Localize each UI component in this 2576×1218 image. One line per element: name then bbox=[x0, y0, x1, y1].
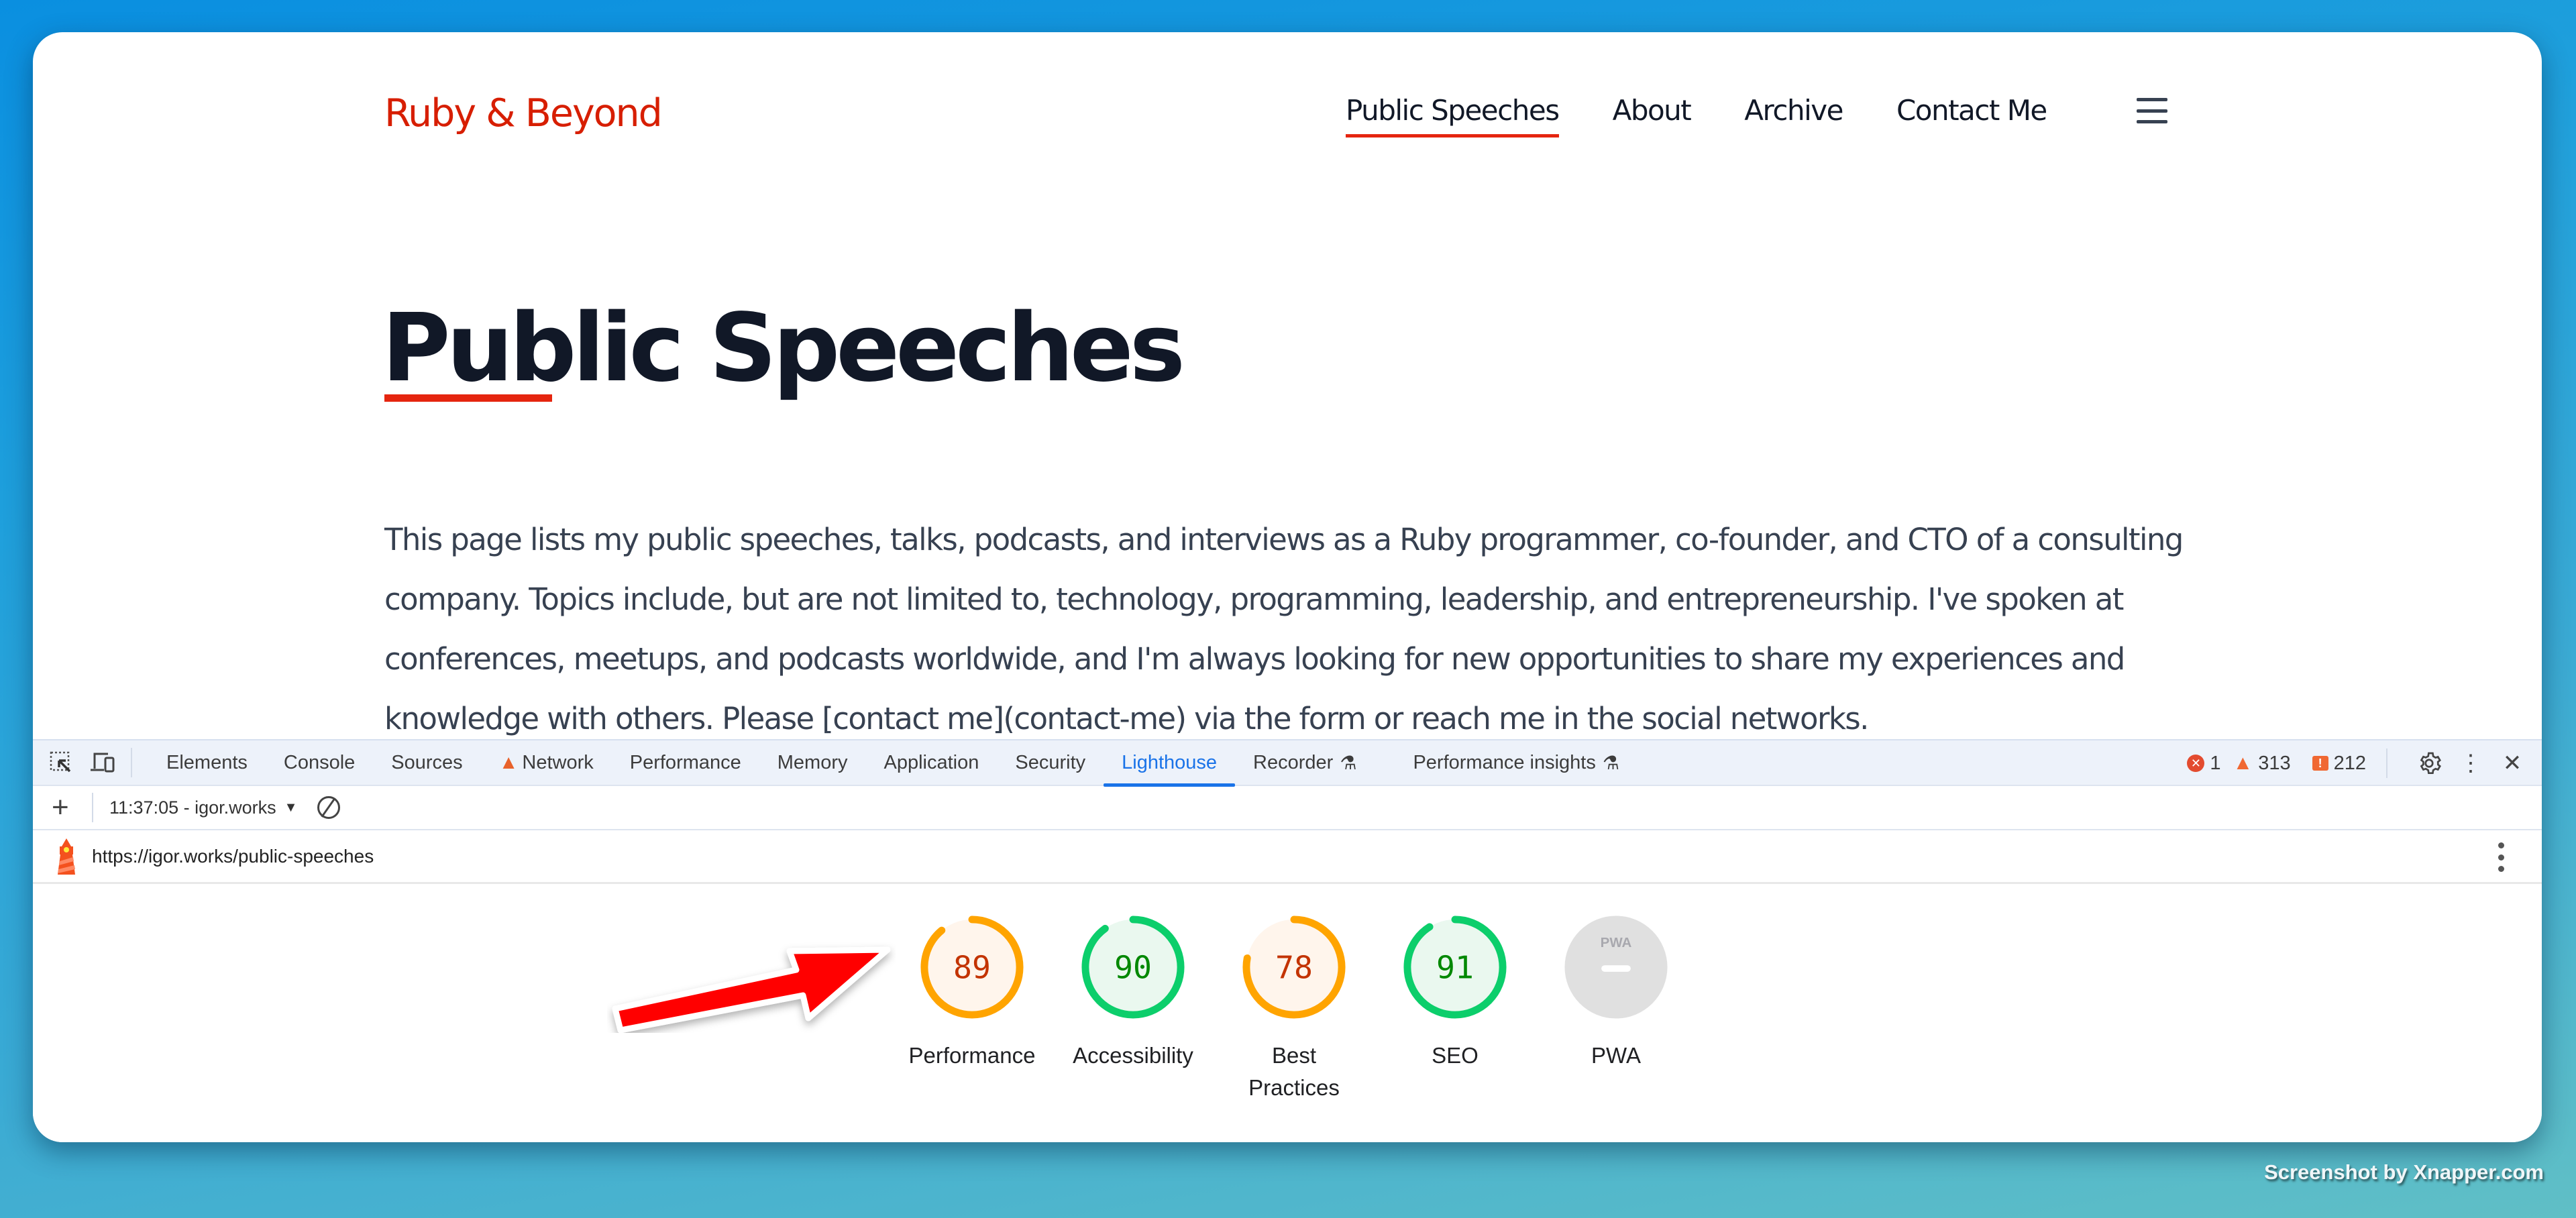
warning-icon: ▲ bbox=[498, 751, 519, 773]
issues-icon: ! bbox=[2312, 756, 2328, 771]
tab-elements[interactable]: Elements bbox=[148, 740, 266, 785]
lighthouse-scores: 89 Performance 90 Accessibility 78 Best … bbox=[892, 912, 1697, 1104]
toolbar-divider bbox=[131, 748, 132, 777]
title-underline bbox=[384, 394, 552, 402]
close-devtools-icon[interactable]: ✕ bbox=[2496, 747, 2528, 779]
tab-label: Elements bbox=[166, 751, 248, 773]
gauge-score: 78 bbox=[1275, 949, 1313, 985]
tab-label: Console bbox=[283, 751, 356, 773]
warning-count-value: 313 bbox=[2258, 752, 2291, 774]
tab-label: Memory bbox=[777, 751, 848, 773]
gauge-score: 91 bbox=[1436, 949, 1474, 985]
gauge-seo[interactable]: 91 SEO bbox=[1375, 912, 1536, 1104]
devtools-tab-bar: Elements Console Sources ▲ Network Perfor… bbox=[33, 740, 2542, 787]
tab-console[interactable]: Console bbox=[266, 740, 373, 785]
gauge-score: 90 bbox=[1114, 949, 1152, 985]
error-count[interactable]: ✕ 1 bbox=[2187, 752, 2221, 775]
site-logo[interactable]: Ruby & Beyond bbox=[384, 91, 663, 135]
caret-down-icon: ▼ bbox=[284, 799, 298, 815]
tab-sources[interactable]: Sources bbox=[373, 740, 480, 785]
lighthouse-toolbar: + 11:37:05 - igor.works ▼ bbox=[33, 786, 2542, 830]
browser-window: Ruby & Beyond Public Speeches About Arch… bbox=[33, 32, 2542, 1142]
tab-memory[interactable]: Memory bbox=[759, 740, 866, 785]
report-menu-icon[interactable] bbox=[2498, 842, 2504, 872]
nav-archive[interactable]: Archive bbox=[1744, 94, 1843, 133]
score-gauge: PWA bbox=[1564, 916, 1668, 1019]
issues-count-value: 212 bbox=[2333, 752, 2366, 774]
devtools-panel: Elements Console Sources ▲ Network Perfor… bbox=[33, 739, 2542, 1142]
intro-paragraph: This page lists my public speeches, talk… bbox=[384, 522, 2184, 736]
tab-label: Lighthouse bbox=[1122, 751, 1218, 773]
gauge-accessibility[interactable]: 90 Accessibility bbox=[1053, 912, 1214, 1104]
na-dash bbox=[1601, 965, 1631, 972]
toolbar-divider bbox=[92, 793, 93, 822]
settings-gear-icon[interactable] bbox=[2413, 747, 2445, 779]
pwa-badge-text: PWA bbox=[1601, 935, 1632, 950]
gauge-label: PWA bbox=[1591, 1043, 1641, 1068]
tab-label: Sources bbox=[391, 751, 463, 773]
report-url-bar: https://igor.works/public-speeches bbox=[33, 830, 2542, 884]
gauge-label: Performance bbox=[908, 1043, 1036, 1068]
tab-network[interactable]: ▲ Network bbox=[481, 740, 612, 785]
gauge-score: 89 bbox=[953, 949, 991, 985]
warning-icon: ▲ bbox=[2233, 752, 2253, 774]
tab-application[interactable]: Application bbox=[866, 740, 998, 785]
gauge-performance[interactable]: 89 Performance bbox=[892, 912, 1053, 1104]
report-selector[interactable]: 11:37:05 - igor.works ▼ bbox=[109, 797, 297, 818]
warning-count[interactable]: ▲ 313 bbox=[2233, 752, 2291, 775]
gauge-best-practices[interactable]: 78 Best Practices bbox=[1214, 912, 1375, 1104]
tab-performance[interactable]: Performance bbox=[612, 740, 759, 785]
tab-label: Performance insights bbox=[1413, 751, 1596, 773]
nav-contact-me[interactable]: Contact Me bbox=[1896, 94, 2047, 133]
gauge-label: Accessibility bbox=[1073, 1043, 1193, 1068]
tab-label: Security bbox=[1015, 751, 1086, 773]
tab-lighthouse[interactable]: Lighthouse bbox=[1104, 740, 1235, 787]
toolbar-divider bbox=[2386, 749, 2387, 778]
tab-recorder[interactable]: Recorder ⚗ bbox=[1235, 740, 1375, 785]
score-gauge: 89 bbox=[920, 916, 1024, 1019]
score-gauge: 78 bbox=[1242, 916, 1346, 1019]
nav-about[interactable]: About bbox=[1613, 94, 1692, 133]
report-url[interactable]: https://igor.works/public-speeches bbox=[92, 846, 374, 867]
tab-performance-insights[interactable]: Performance insights ⚗ bbox=[1395, 740, 1638, 785]
issues-count[interactable]: ! 212 bbox=[2312, 753, 2366, 775]
watermark: Screenshot by Xnapper.com bbox=[2264, 1160, 2544, 1184]
tab-security[interactable]: Security bbox=[997, 740, 1104, 785]
gauge-label: Best Practices bbox=[1248, 1043, 1340, 1100]
hamburger-icon[interactable] bbox=[2137, 98, 2167, 123]
annotation-arrow-icon bbox=[612, 946, 891, 1033]
lighthouse-icon bbox=[58, 838, 75, 875]
gauge-label: SEO bbox=[1432, 1043, 1479, 1068]
page-title: Public Speeches bbox=[382, 294, 1185, 403]
experiment-flask-icon: ⚗ bbox=[1602, 752, 1619, 773]
score-gauge: 91 bbox=[1403, 916, 1507, 1019]
nav-public-speeches[interactable]: Public Speeches bbox=[1346, 94, 1560, 137]
tab-label: Performance bbox=[629, 751, 741, 773]
gauge-pwa[interactable]: PWA PWA bbox=[1536, 912, 1697, 1104]
tab-label: Recorder bbox=[1253, 751, 1334, 773]
report-selector-value: 11:37:05 - igor.works bbox=[109, 797, 276, 818]
tab-label: Network bbox=[522, 751, 594, 773]
clear-reports-icon[interactable] bbox=[317, 796, 341, 819]
tab-label: Application bbox=[883, 751, 979, 773]
error-count-value: 1 bbox=[2210, 752, 2221, 774]
experiment-flask-icon: ⚗ bbox=[1340, 752, 1357, 773]
site-nav: Public Speeches About Archive Contact Me bbox=[1346, 94, 2100, 137]
new-report-icon[interactable]: + bbox=[52, 793, 78, 822]
devtools-status-area: ✕ 1 ▲ 313 ! 212 ⋮ ✕ bbox=[2187, 740, 2528, 786]
inspect-element-icon[interactable] bbox=[48, 749, 74, 776]
error-icon: ✕ bbox=[2187, 755, 2205, 772]
device-toolbar-icon[interactable] bbox=[89, 749, 116, 776]
score-gauge: 90 bbox=[1081, 916, 1185, 1019]
more-options-icon[interactable]: ⋮ bbox=[2455, 747, 2487, 779]
